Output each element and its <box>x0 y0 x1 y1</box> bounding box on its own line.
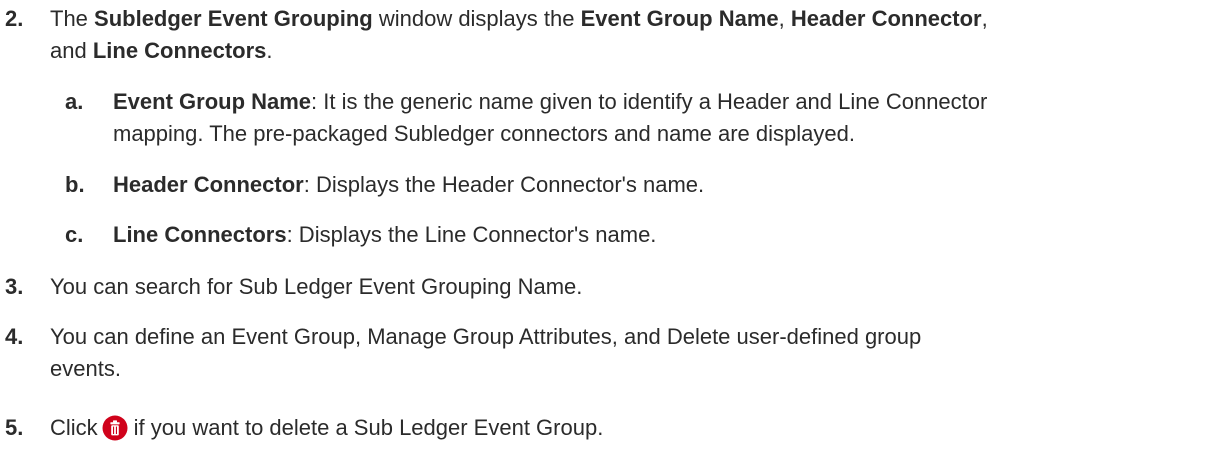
step-2-text-1: The <box>50 6 95 31</box>
step-2a: a. Event Group Name: It is the generic n… <box>0 86 1206 150</box>
step-4-line-1: You can define an Event Group, Manage Gr… <box>50 321 1190 353</box>
step-2-text-2: window displays the <box>372 6 581 31</box>
step-2-bold-event-group-name: Event Group Name <box>580 6 779 31</box>
delete-icon <box>102 415 128 450</box>
step-3: 3. You can search for Sub Ledger Event G… <box>0 271 1190 303</box>
step-4-text-1: You can define an Event Group, Manage Gr… <box>50 324 922 349</box>
step-5-line-1: Click if you want to delete a Sub Ledger … <box>50 412 1190 450</box>
step-2-text-4: , <box>981 6 988 31</box>
step-3-text: You can search for Sub Ledger Event Grou… <box>50 274 583 299</box>
step-2-text-5: and <box>50 38 93 63</box>
step-2a-line-1: Event Group Name: It is the generic name… <box>113 86 1186 118</box>
step-2c-bold: Line Connectors <box>113 222 287 247</box>
step-2-number: 2. <box>5 6 24 31</box>
step-2-bold-header-connector: Header Connector <box>790 6 982 31</box>
step-2a-line-2: mapping. The pre-packaged Subledger conn… <box>113 118 1186 150</box>
step-2c: c. Line Connectors: Displays the Line Co… <box>0 219 1206 251</box>
step-5-text-2: if you want to delete a Sub Ledger Event… <box>133 415 604 440</box>
step-2-bold-window: Subledger Event Grouping <box>94 6 373 31</box>
step-2-text-6: . <box>266 38 273 63</box>
step-3-number: 3. <box>5 274 24 299</box>
step-2a-letter: a. <box>65 89 84 114</box>
step-5-text-1: Click <box>50 415 98 440</box>
step-2a-text-1: : It is the generic name given to identi… <box>311 89 988 114</box>
step-2b-letter: b. <box>65 172 85 197</box>
step-4-text-2: events. <box>50 356 121 381</box>
step-2: 2. The Subledger Event Grouping window d… <box>0 3 1206 67</box>
step-2-line-1: The Subledger Event Grouping window disp… <box>50 3 1206 35</box>
step-2b-text: : Displays the Header Connector's name. <box>303 172 705 197</box>
step-5-number: 5. <box>5 415 24 440</box>
step-4: 4. You can define an Event Group, Manage… <box>0 321 1190 385</box>
step-2a-text-2: mapping. The pre-packaged Subledger conn… <box>113 121 855 146</box>
step-5: 5. Click if you want to delete a Sub Ledg… <box>0 412 1190 450</box>
step-2b-line-1: Header Connector: Displays the Header Co… <box>113 169 1186 201</box>
step-4-line-2: events. <box>50 353 1190 385</box>
step-3-line-1: You can search for Sub Ledger Event Grou… <box>50 271 1190 303</box>
step-2-bold-line-connectors: Line Connectors <box>92 38 267 63</box>
step-2-line-2: and Line Connectors. <box>50 35 1206 67</box>
step-2-text-3: , <box>778 6 791 31</box>
step-2c-letter: c. <box>65 222 84 247</box>
step-2a-bold: Event Group Name <box>113 89 312 114</box>
step-2b: b. Header Connector: Displays the Header… <box>0 169 1206 201</box>
step-4-number: 4. <box>5 324 24 349</box>
step-2c-line-1: Line Connectors: Displays the Line Conne… <box>113 219 1186 251</box>
step-2c-text: : Displays the Line Connector's name. <box>286 222 657 247</box>
step-2b-bold: Header Connector <box>113 172 304 197</box>
